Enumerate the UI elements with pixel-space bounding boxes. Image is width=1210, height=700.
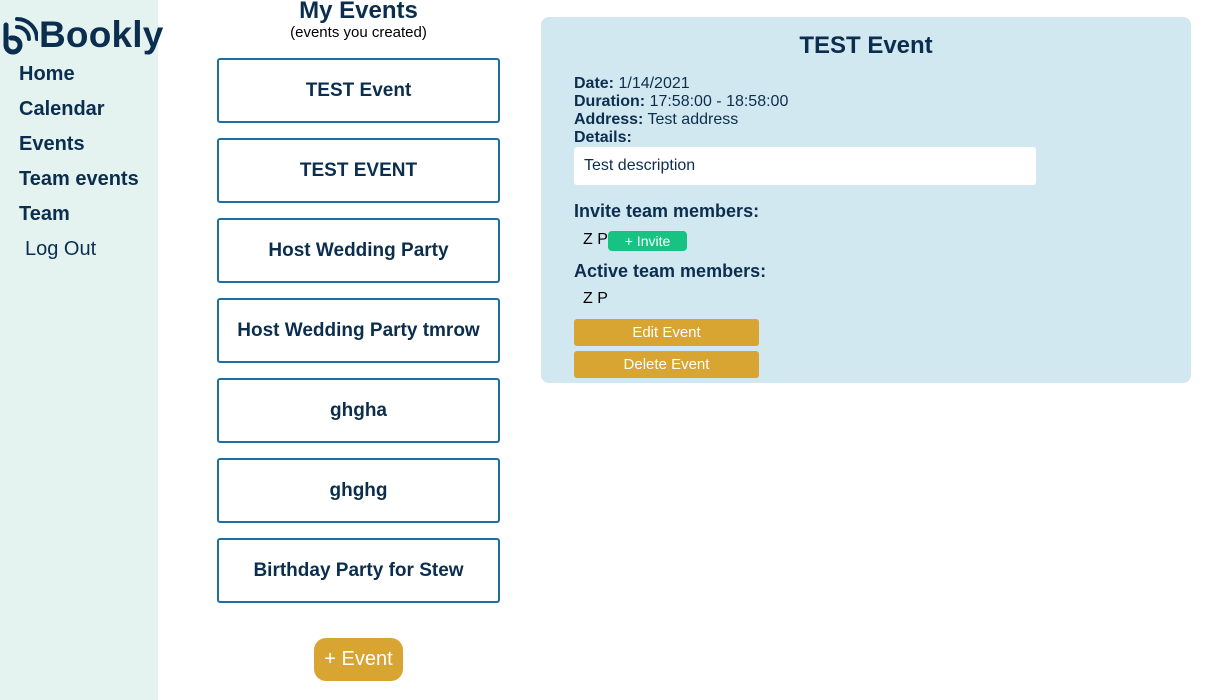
duration-value: 17:58:00 - 18:58:00	[649, 93, 789, 110]
details-label: Details:	[574, 129, 632, 146]
event-card[interactable]: Host Wedding Party	[217, 218, 500, 283]
event-card[interactable]: Birthday Party for Stew	[217, 538, 500, 603]
logout-link[interactable]: Log Out	[25, 237, 139, 261]
active-heading: Active team members:	[574, 261, 767, 281]
nav-item-home[interactable]: Home	[19, 62, 139, 97]
invite-heading: Invite team members:	[574, 201, 760, 221]
app-name: Bookly	[39, 14, 164, 55]
address-label: Address:	[574, 111, 644, 128]
main-nav: Home Calendar Events Team events Team Lo…	[19, 62, 139, 261]
delete-event-button[interactable]: Delete Event	[574, 351, 759, 378]
add-event-button[interactable]: + Event	[314, 638, 403, 681]
event-card[interactable]: TEST EVENT	[217, 138, 500, 203]
event-card[interactable]: ghghg	[217, 458, 500, 523]
wifi-b-icon	[0, 15, 38, 55]
events-subtitle: (events you created)	[290, 24, 427, 41]
date-row: Date: 1/14/2021	[574, 75, 788, 93]
event-card[interactable]: Host Wedding Party tmrow	[217, 298, 500, 363]
nav-item-team[interactable]: Team	[19, 202, 139, 237]
invite-member-name: Z P	[583, 231, 608, 248]
date-label: Date:	[574, 75, 615, 92]
my-events-column: My Events (events you created) TEST Even…	[217, 0, 500, 603]
date-value: 1/14/2021	[618, 75, 690, 92]
nav-item-team-events[interactable]: Team events	[19, 167, 139, 202]
nav-item-events[interactable]: Events	[19, 132, 139, 167]
address-row: Address: Test address	[574, 111, 788, 129]
duration-row: Duration: 17:58:00 - 18:58:00	[574, 93, 788, 111]
nav-item-calendar[interactable]: Calendar	[19, 97, 139, 132]
address-value: Test address	[647, 111, 739, 128]
event-card[interactable]: TEST Event	[217, 58, 500, 123]
event-card[interactable]: ghgha	[217, 378, 500, 443]
edit-event-button[interactable]: Edit Event	[574, 319, 759, 346]
active-member-name: Z P	[583, 290, 608, 307]
events-title: My Events	[299, 0, 418, 24]
app-logo[interactable]: Bookly	[0, 14, 164, 56]
details-row: Details:	[574, 129, 788, 147]
sidebar: Bookly Home Calendar Events Team events …	[0, 0, 163, 700]
details-box: Test description	[574, 147, 1036, 185]
event-list: TEST Event TEST EVENT Host Wedding Party…	[217, 58, 500, 618]
duration-label: Duration:	[574, 93, 646, 110]
event-info: Date: 1/14/2021 Duration: 17:58:00 - 18:…	[574, 75, 788, 147]
event-detail-title: TEST Event	[799, 32, 933, 59]
invite-button[interactable]: + Invite	[608, 231, 687, 251]
